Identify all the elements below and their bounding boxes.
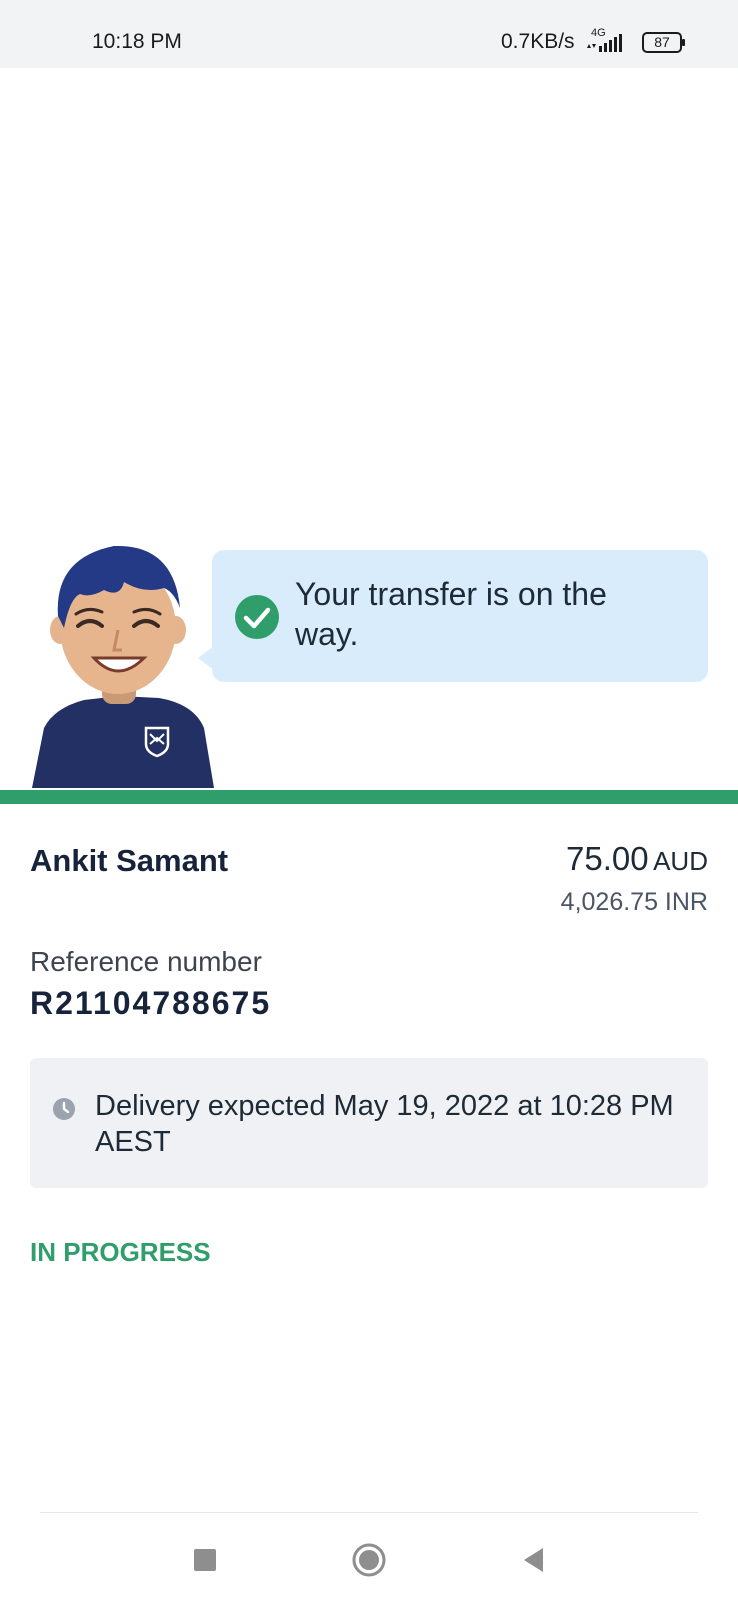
circle-icon xyxy=(352,1543,386,1577)
home-button[interactable] xyxy=(345,1536,393,1584)
status-time: 10:18 PM xyxy=(92,30,182,53)
signal-icon: 4G xyxy=(587,27,622,52)
amount-sent: 75.00 AUD xyxy=(566,840,708,878)
status-bar: 10:18 PM 0.7KB/s 4G 87 xyxy=(0,0,738,68)
status-divider-bar xyxy=(0,790,738,804)
square-icon xyxy=(194,1549,216,1571)
delivery-expected-text: Delivery expected May 19, 2022 at 10:28 … xyxy=(95,1090,674,1158)
reference-number: R21104788675 xyxy=(30,985,272,1021)
battery-level: 87 xyxy=(654,34,670,50)
reference-label: Reference number xyxy=(30,946,262,977)
amount-currency: AUD xyxy=(653,846,708,876)
clock-icon xyxy=(53,1098,75,1120)
transfer-status-message: Your transfer is on the way. xyxy=(295,576,607,652)
hero-section: Your transfer is on the way. xyxy=(0,68,738,804)
check-circle-icon xyxy=(235,595,279,639)
amount-value: 75.00 xyxy=(566,840,649,877)
nav-divider xyxy=(40,1512,698,1513)
battery-icon: 87 xyxy=(642,32,686,53)
recipient-name: Ankit Samant xyxy=(30,843,229,878)
transfer-status-badge: IN PROGRESS xyxy=(30,1237,211,1267)
back-button[interactable] xyxy=(510,1536,558,1584)
triangle-back-icon xyxy=(524,1548,543,1572)
speech-bubble: Your transfer is on the way. xyxy=(212,550,708,682)
network-speed: 0.7KB/s xyxy=(501,30,575,53)
delivery-info-card: Delivery expected May 19, 2022 at 10:28 … xyxy=(30,1058,708,1188)
converted-amount: 4,026.75 INR xyxy=(560,888,708,916)
network-type: 4G xyxy=(591,27,606,39)
recent-apps-button[interactable] xyxy=(181,1536,229,1584)
